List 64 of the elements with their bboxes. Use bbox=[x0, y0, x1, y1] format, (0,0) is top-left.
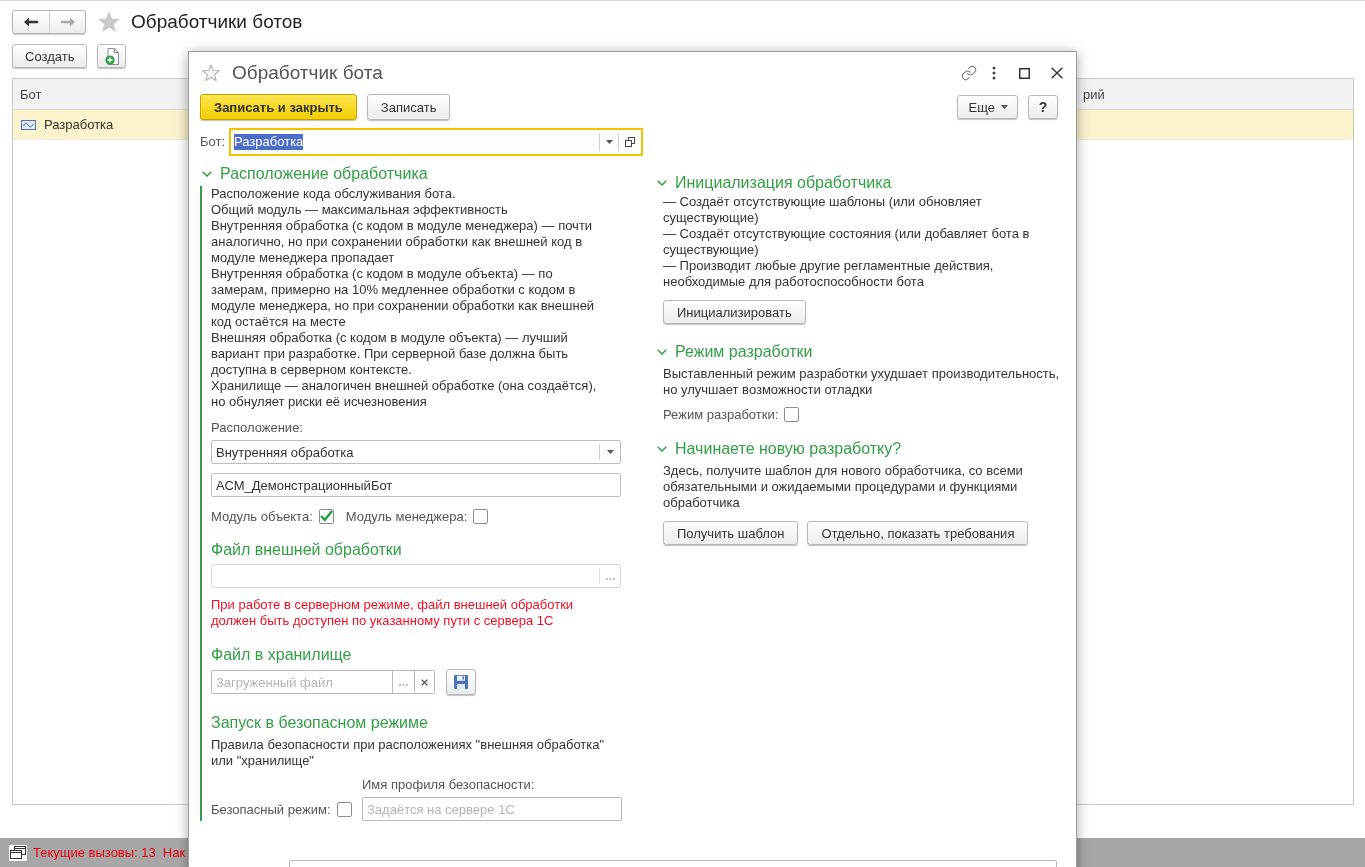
section-description: — Создаёт отсутствующие шаблоны (или обновляет существующие) — Создаёт отсутствующие состояния (или добавляет бота в существующие) — Производит любые другие регламентные действия, необходимые для работоспособности бота bbox=[663, 194, 1031, 290]
checkbox-label: Режим разработки: bbox=[663, 406, 779, 422]
link-icon[interactable] bbox=[961, 65, 977, 81]
file-field[interactable]: Загруженный файл bbox=[211, 670, 393, 694]
arrow-right-icon bbox=[59, 15, 76, 28]
section-description: Выставленный режим разработки ухудшает производительность, но улучшает возможности отладки bbox=[663, 366, 1061, 398]
location-select[interactable]: Внутренняя обработка bbox=[211, 440, 621, 464]
action-button[interactable]: Получить шаблон bbox=[663, 521, 799, 545]
save-button[interactable]: Записать bbox=[366, 94, 451, 120]
action-button[interactable]: Отдельно, показать требования bbox=[807, 521, 1029, 545]
clear-button[interactable] bbox=[415, 670, 435, 694]
status-text: Нак bbox=[162, 845, 186, 860]
table-cell: Разработка bbox=[44, 117, 114, 132]
status-text: Текущие вызовы: 13 bbox=[33, 845, 156, 860]
arrow-left-icon bbox=[23, 15, 39, 28]
save-file-button[interactable] bbox=[446, 669, 476, 695]
section-description: Здесь, получите шаблон для нового обработчика, со всеми обязательными и ожидаемыми процедурами и функциями обработчика bbox=[663, 463, 1024, 511]
checkbox-label: Модуль объекта: bbox=[211, 508, 313, 524]
wave-icon bbox=[21, 119, 36, 130]
checkbox[interactable] bbox=[318, 508, 334, 524]
profile-field[interactable]: Задаётся на сервере 1С bbox=[362, 797, 622, 821]
document-plus-icon bbox=[104, 47, 119, 65]
chevron-down-icon bbox=[657, 446, 667, 452]
section-title: Запуск в безопасном режиме bbox=[211, 713, 429, 733]
selected-text: Разработка bbox=[234, 134, 304, 150]
field-label: Расположение: bbox=[211, 420, 304, 436]
more-button[interactable]: Еще bbox=[956, 95, 1018, 119]
chevron-down-icon bbox=[657, 349, 667, 355]
checkbox-label: Модуль менеджера: bbox=[345, 508, 468, 524]
section-description: Расположение кода обслуживания бота. Общий модуль — максимальная эффективность Внутренняя обработка (с кодом в модуле менеджера) — почти аналогично, но при сохранении обработки как внешней код в модуле менеджера пропадает Внутренняя обработка (с кодом в модуле объекта) — по замерам, примерно на 10% медленнее обработки с кодом в модуле менеджера, но при сохранении обработки как внешней код остаётся на месте Внешняя обработка (с кодом в модуле объекта) — лучший вариант при разработке. При серверной базе должна быть доступна в серверном контексте. Хранилище — аналогичен внешней обработке (она создаётся), но обнуляет риски её исчезновения bbox=[211, 186, 598, 410]
caret-icon bbox=[606, 450, 614, 454]
checkbox-label: Безопасный режим: bbox=[211, 801, 331, 817]
open-window-icon bbox=[625, 137, 636, 147]
star-icon[interactable] bbox=[98, 10, 120, 33]
more-icon[interactable] bbox=[992, 66, 996, 80]
add-document-button[interactable] bbox=[97, 44, 127, 68]
windows-icon[interactable] bbox=[9, 844, 27, 861]
warning-text: При работе в серверном режиме, файл внешней обработки должен быть доступен по указанному пути с сервера 1С bbox=[211, 597, 575, 629]
section-description: Правила безопасности при расположениях "внешняя обработка" или "хранилище" bbox=[211, 737, 606, 769]
checkbox[interactable] bbox=[473, 508, 489, 524]
action-button[interactable]: Инициализировать bbox=[663, 300, 806, 324]
field-label: Имя профиля безопасности: bbox=[362, 777, 536, 793]
checkbox[interactable] bbox=[784, 406, 800, 422]
chevron-down-icon bbox=[202, 171, 212, 177]
dialog-title: Обработчик бота bbox=[232, 62, 383, 84]
create-button[interactable]: Создать bbox=[12, 44, 88, 68]
clear-icon bbox=[421, 678, 428, 686]
field-label: Бот: bbox=[200, 134, 226, 150]
bot-field[interactable]: Разработка bbox=[229, 128, 644, 156]
checkbox[interactable] bbox=[336, 801, 352, 817]
save-and-close-button[interactable]: Записать и закрыть bbox=[200, 94, 357, 120]
page-title: Обработчики ботов bbox=[131, 10, 303, 33]
name-field[interactable]: АСМ_ДемонстрационныйБот bbox=[211, 473, 621, 497]
star-icon[interactable] bbox=[202, 64, 220, 82]
file-path-field[interactable] bbox=[211, 564, 621, 588]
column-header[interactable]: рий bbox=[1079, 86, 1353, 102]
section-title: Файл в хранилище bbox=[211, 645, 353, 665]
help-button[interactable]: ? bbox=[1028, 95, 1058, 119]
browse-button[interactable] bbox=[393, 670, 415, 694]
chevron-down-icon bbox=[657, 180, 667, 186]
close-icon[interactable] bbox=[1051, 67, 1063, 79]
section-title: Файл внешней обработки bbox=[211, 540, 403, 560]
maximize-icon[interactable] bbox=[1019, 67, 1030, 79]
checkmark-icon bbox=[319, 510, 333, 522]
